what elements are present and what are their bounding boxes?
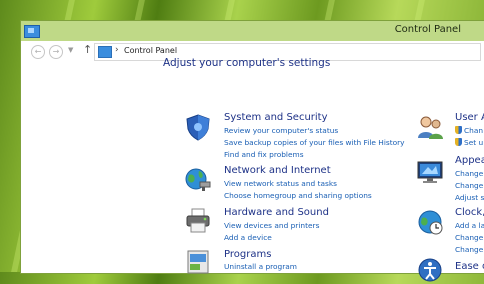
globe-network-icon[interactable] — [184, 165, 212, 193]
printer-icon[interactable] — [184, 206, 212, 234]
category-appearance[interactable]: Appea — [455, 155, 484, 166]
link-network-status[interactable]: View network status and tasks — [224, 179, 337, 188]
clock-globe-icon[interactable] — [416, 208, 444, 236]
shield-icon[interactable] — [184, 113, 212, 141]
window-title: Control Panel — [394, 24, 461, 35]
category-network-internet[interactable]: Network and Internet — [224, 165, 331, 176]
uac-shield-icon — [455, 138, 462, 146]
link-find-fix-problems[interactable]: Find and fix problems — [224, 150, 304, 159]
up-button[interactable]: ↑ — [83, 43, 92, 56]
link-change-account[interactable]: Chan — [455, 126, 483, 135]
link-review-status[interactable]: Review your computer's status — [224, 126, 338, 135]
breadcrumb-chevron-icon[interactable]: › — [115, 45, 119, 55]
category-ease-of-access[interactable]: Ease o — [455, 261, 484, 272]
uac-shield-icon — [455, 126, 462, 134]
back-button[interactable]: ← — [31, 45, 45, 59]
link-uninstall-program[interactable]: Uninstall a program — [224, 262, 297, 271]
category-system-security[interactable]: System and Security — [224, 112, 328, 123]
control-panel-app-icon[interactable] — [24, 25, 40, 38]
link-homegroup-sharing[interactable]: Choose homegroup and sharing options — [224, 191, 372, 200]
link-clock-1[interactable]: Add a la — [455, 221, 484, 230]
category-hardware-sound[interactable]: Hardware and Sound — [224, 207, 329, 218]
link-clock-3[interactable]: Change — [455, 245, 483, 254]
category-user-accounts[interactable]: User A — [455, 112, 484, 123]
title-bar[interactable]: Control Panel — [21, 21, 484, 41]
link-file-history[interactable]: Save backup copies of your files with Fi… — [224, 138, 405, 147]
link-appearance-2[interactable]: Change — [455, 181, 483, 190]
link-devices-printers[interactable]: View devices and printers — [224, 221, 319, 230]
forward-button[interactable]: → — [49, 45, 63, 59]
ease-of-access-icon[interactable] — [416, 256, 444, 284]
link-appearance-1[interactable]: Change — [455, 169, 483, 178]
link-clock-2[interactable]: Change — [455, 233, 483, 242]
link-appearance-3[interactable]: Adjust s — [455, 193, 484, 202]
monitor-icon[interactable] — [416, 158, 444, 186]
control-panel-icon — [98, 46, 112, 58]
link-add-device[interactable]: Add a device — [224, 233, 272, 242]
breadcrumb-control-panel[interactable]: Control Panel — [124, 46, 177, 55]
category-programs[interactable]: Programs — [224, 249, 271, 260]
recent-locations-dropdown-icon[interactable]: ▼ — [68, 46, 73, 54]
link-set-up[interactable]: Set u — [455, 138, 483, 147]
page-heading: Adjust your computer's settings — [163, 57, 331, 69]
category-clock-region[interactable]: Clock, — [455, 207, 484, 218]
users-icon[interactable] — [416, 113, 444, 141]
